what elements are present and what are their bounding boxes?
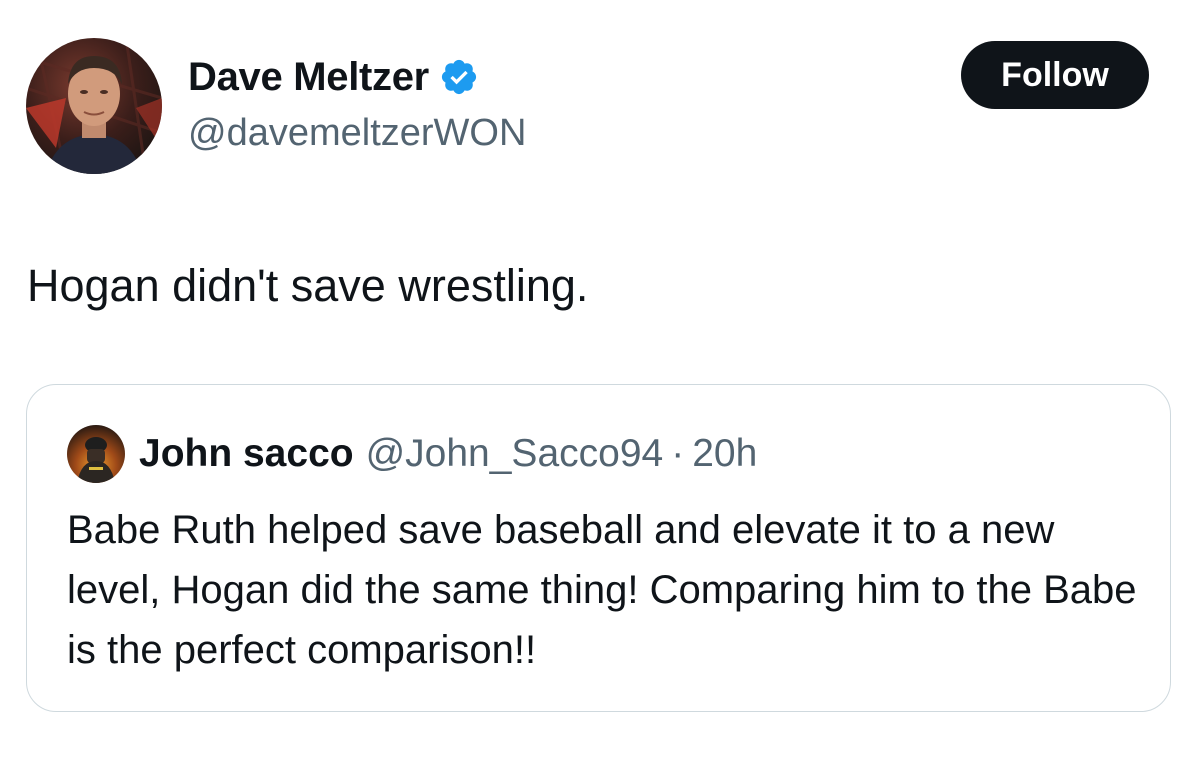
quoted-tweet-text: Babe Ruth helped save baseball and eleva… [67, 508, 1137, 672]
separator-dot: · [671, 432, 685, 475]
author-name-row: Dave Meltzer [188, 50, 479, 104]
author-avatar[interactable] [26, 38, 162, 174]
quoted-author-name[interactable]: John sacco [139, 432, 354, 476]
quoted-author-avatar[interactable] [67, 425, 125, 483]
author-avatar-image [26, 38, 162, 174]
quoted-tweet-card[interactable]: John sacco @John_Sacco94 · 20h Babe Ruth… [26, 384, 1171, 712]
quoted-author-avatar-image [67, 425, 125, 483]
tweet-text: Hogan didn't save wrestling. [27, 260, 589, 311]
quoted-tweet-header: John sacco @John_Sacco94 · 20h [139, 429, 757, 479]
follow-button[interactable]: Follow [961, 41, 1149, 109]
quoted-tweet-timestamp[interactable]: 20h [692, 432, 757, 476]
author-display-name[interactable]: Dave Meltzer [188, 55, 429, 100]
quoted-author-handle[interactable]: @John_Sacco94 [366, 432, 664, 476]
author-handle[interactable]: @davemeltzerWON [188, 112, 526, 155]
verified-badge-icon[interactable] [439, 57, 479, 97]
